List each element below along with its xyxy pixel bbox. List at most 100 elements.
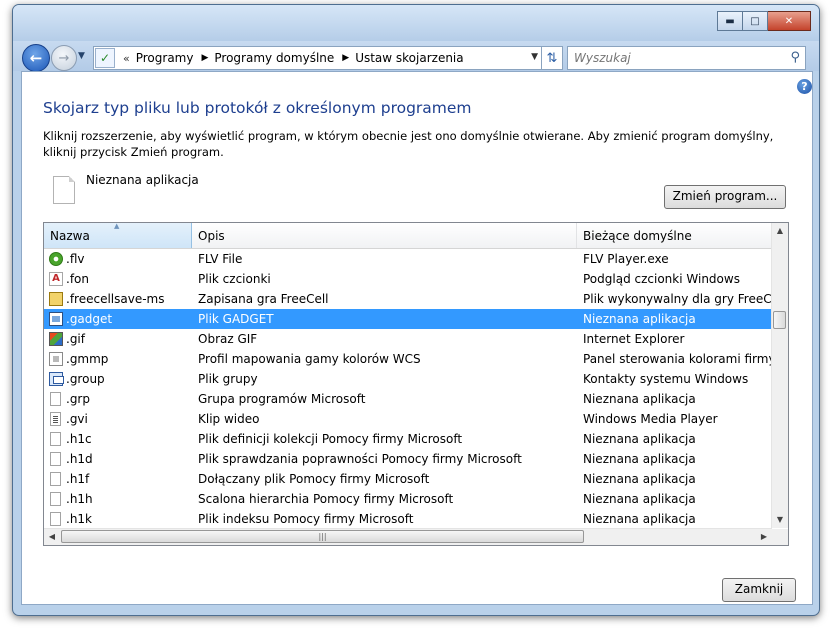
- file-extension: .group: [66, 372, 105, 386]
- gif-image-icon: [49, 332, 63, 346]
- maximize-button[interactable]: □: [743, 11, 768, 31]
- search-icon[interactable]: ⚲: [790, 50, 800, 65]
- contact-group-icon: [49, 372, 64, 386]
- file-extension: .freecellsave-ms: [66, 292, 165, 306]
- file-type-description: Klip wideo: [198, 412, 260, 426]
- column-header-label: Opis: [198, 229, 225, 243]
- current-default-program: Nieznana aplikacja: [583, 452, 696, 466]
- page-description: Kliknij rozszerzenie, aby wyświetlić pro…: [43, 129, 774, 159]
- generic-file-icon: [50, 432, 61, 446]
- table-row[interactable]: .gadget Plik GADGET Nieznana aplikacja: [44, 309, 772, 329]
- file-type-description: Plik definicji kolekcji Pomocy firmy Mic…: [198, 432, 463, 446]
- control-panel-icon: ✓: [95, 48, 115, 68]
- scroll-up-icon[interactable]: ▲: [772, 223, 788, 239]
- table-row[interactable]: A .fon Plik czcionki Podgląd czcionki Windo…: [44, 269, 772, 289]
- list-header: ▲ Nazwa Opis Bieżące domyślne: [44, 223, 772, 249]
- generic-file-icon: [50, 492, 61, 506]
- table-row[interactable]: .group Plik grupy Kontakty systemu Windows: [44, 369, 772, 389]
- help-icon[interactable]: ?: [797, 79, 812, 94]
- main-content: ? Skojarz typ pliku lub protokół z okreś…: [21, 71, 813, 605]
- sort-ascending-icon: ▲: [114, 222, 120, 230]
- file-extension: .h1d: [66, 452, 93, 466]
- column-header-description[interactable]: Opis: [192, 223, 577, 248]
- navigation-bar: ← → ▼ ✓ « Programy ▶ Programy domyślne ▶…: [13, 41, 819, 72]
- vertical-scrollbar[interactable]: ▲ ▼: [771, 223, 788, 528]
- file-types-list[interactable]: ▲ Nazwa Opis Bieżące domyślne .flv FLV Fi…: [43, 222, 789, 546]
- file-type-description: Obraz GIF: [198, 332, 258, 346]
- scroll-right-icon[interactable]: ▶: [756, 529, 772, 545]
- file-type-description: Zapisana gra FreeCell: [198, 292, 329, 306]
- breadcrumb: « Programy ▶ Programy domyślne ▶ Ustaw s…: [115, 47, 472, 69]
- recent-pages-dropdown[interactable]: ▼: [78, 51, 85, 61]
- table-row[interactable]: .gmmp Profil mapowania gamy kolorów WCS Pa…: [44, 349, 772, 369]
- close-button[interactable]: Zamknij: [722, 578, 796, 602]
- scroll-left-icon[interactable]: ◀: [44, 529, 60, 545]
- column-header-label: Bieżące domyślne: [583, 229, 692, 243]
- current-default-program: Internet Explorer: [583, 332, 685, 346]
- control-panel-window: ▬ □ ✕ ← → ▼ ✓ « Programy ▶ Programy domy…: [12, 4, 820, 616]
- refresh-button[interactable]: ⇅: [541, 46, 563, 70]
- back-button[interactable]: ←: [22, 44, 50, 72]
- close-window-button[interactable]: ✕: [768, 11, 811, 31]
- file-extension: .gvi: [66, 412, 88, 426]
- current-default-program: Plik wykonywalny dla gry FreeCell: [583, 292, 772, 306]
- breadcrumb-item[interactable]: Programy domyślne: [214, 51, 334, 65]
- file-type-description: Plik indeksu Pomocy firmy Microsoft: [198, 512, 414, 526]
- breadcrumb-separator-icon[interactable]: ▶: [201, 53, 208, 63]
- scroll-down-icon[interactable]: ▼: [772, 512, 788, 528]
- breadcrumb-overflow-icon[interactable]: «: [123, 52, 130, 65]
- vertical-scroll-thumb[interactable]: [773, 311, 786, 329]
- breadcrumb-item[interactable]: Ustaw skojarzenia: [355, 51, 463, 65]
- current-default-program: Panel sterowania kolorami firmy Mi: [583, 352, 772, 366]
- file-extension: .gmmp: [66, 352, 109, 366]
- chevron-down-icon: ▼: [78, 51, 85, 61]
- table-row[interactable]: .h1h Scalona hierarchia Pomocy firmy Micr…: [44, 489, 772, 509]
- column-header-label: Nazwa: [50, 229, 90, 243]
- forward-arrow-icon: →: [58, 50, 70, 66]
- file-extension: .gif: [66, 332, 85, 346]
- forward-button[interactable]: →: [51, 45, 77, 71]
- address-dropdown-icon[interactable]: ▼: [531, 52, 538, 62]
- current-default-program: Podgląd czcionki Windows: [583, 272, 740, 286]
- file-type-description: Profil mapowania gamy kolorów WCS: [198, 352, 421, 366]
- file-extension: .h1f: [66, 472, 90, 486]
- table-row[interactable]: .h1d Plik sprawdzania poprawności Pomocy …: [44, 449, 772, 469]
- change-program-button[interactable]: Zmień program...: [664, 185, 786, 209]
- search-box[interactable]: ⚲: [567, 46, 806, 70]
- current-default-program: Windows Media Player: [583, 412, 718, 426]
- table-row[interactable]: .gif Obraz GIF Internet Explorer: [44, 329, 772, 349]
- file-extension: .fon: [66, 272, 89, 286]
- generic-file-icon: [50, 452, 61, 466]
- table-row[interactable]: .gvi Klip wideo Windows Media Player: [44, 409, 772, 429]
- current-default-program: Kontakty systemu Windows: [583, 372, 749, 386]
- flv-player-icon: [49, 252, 63, 266]
- breadcrumb-item[interactable]: Programy: [136, 51, 194, 65]
- table-row[interactable]: .h1c Plik definicji kolekcji Pomocy firmy…: [44, 429, 772, 449]
- close-icon: ✕: [784, 15, 794, 27]
- search-input[interactable]: [572, 50, 776, 66]
- horizontal-scroll-thumb[interactable]: |||: [61, 530, 584, 543]
- gadget-icon: [49, 312, 63, 326]
- column-header-name[interactable]: ▲ Nazwa: [44, 223, 192, 248]
- breadcrumb-separator-icon[interactable]: ▶: [342, 53, 349, 63]
- table-row[interactable]: .flv FLV File FLV Player.exe: [44, 249, 772, 269]
- table-row[interactable]: .h1f Dołączany plik Pomocy firmy Microsof…: [44, 469, 772, 489]
- title-bar[interactable]: ▬ □ ✕: [13, 5, 819, 41]
- minimize-button[interactable]: ▬: [717, 11, 743, 31]
- back-arrow-icon: ←: [29, 49, 43, 67]
- file-extension: .flv: [66, 252, 85, 266]
- refresh-icon: ⇅: [546, 50, 558, 66]
- minimize-icon: ▬: [725, 15, 735, 27]
- maximize-icon: □: [750, 15, 760, 27]
- horizontal-scrollbar[interactable]: ◀ ||| ▶: [44, 528, 772, 545]
- column-header-current-default[interactable]: Bieżące domyślne: [577, 223, 772, 248]
- page-title: Skojarz typ pliku lub protokół z określo…: [43, 99, 472, 117]
- current-default-program: Nieznana aplikacja: [583, 432, 696, 446]
- scrollbar-corner: [772, 529, 788, 545]
- file-extension: .gadget: [66, 312, 113, 326]
- address-bar[interactable]: ✓ « Programy ▶ Programy domyślne ▶ Ustaw…: [93, 46, 542, 70]
- table-row[interactable]: .freecellsave-ms Zapisana gra FreeCell Pli…: [44, 289, 772, 309]
- table-row[interactable]: .h1k Plik indeksu Pomocy firmy Microsoft N…: [44, 509, 772, 529]
- table-row[interactable]: .grp Grupa programów Microsoft Nieznana ap…: [44, 389, 772, 409]
- file-type-description: Plik sprawdzania poprawności Pomocy firm…: [198, 452, 522, 466]
